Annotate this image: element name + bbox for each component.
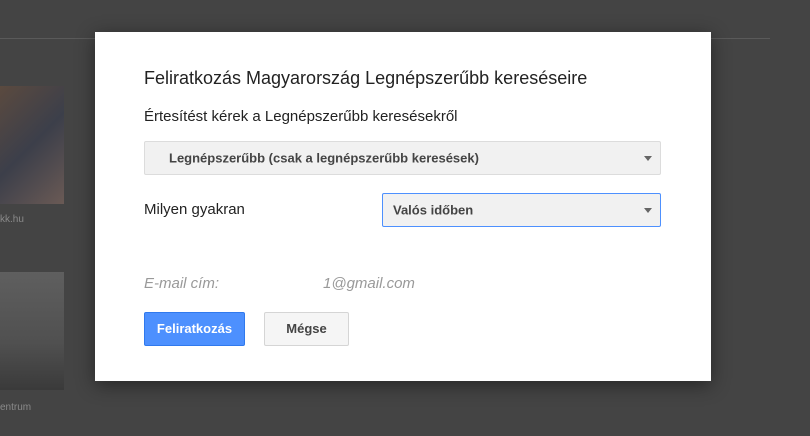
subscribe-button[interactable]: Feliratkozás (144, 312, 245, 346)
dropdown-arrow-icon (644, 208, 652, 213)
background-thumbnail (0, 86, 64, 204)
cancel-button[interactable]: Mégse (264, 312, 349, 346)
email-label: E-mail cím: (144, 275, 219, 292)
trend-type-select-value: Legnépszerűbb (csak a legnépszerűbb kere… (169, 150, 479, 166)
background-thumbnail (0, 272, 64, 390)
trend-type-select[interactable]: Legnépszerűbb (csak a legnépszerűbb kere… (144, 141, 661, 175)
email-value: 1@gmail.com (323, 275, 415, 292)
dialog-title: Feliratkozás Magyarország Legnépszerűbb … (144, 68, 588, 88)
subscribe-dialog: Feliratkozás Magyarország Legnépszerűbb … (95, 32, 711, 381)
dropdown-arrow-icon (644, 156, 652, 161)
dialog-subtitle: Értesítést kérek a Legnépszerűbb keresés… (144, 108, 458, 125)
frequency-select-value: Valós időben (393, 202, 474, 218)
background-caption: kk.hu (0, 214, 24, 225)
frequency-label: Milyen gyakran (144, 201, 245, 218)
frequency-select[interactable]: Valós időben (382, 193, 661, 227)
background-caption: entrum (0, 402, 32, 413)
